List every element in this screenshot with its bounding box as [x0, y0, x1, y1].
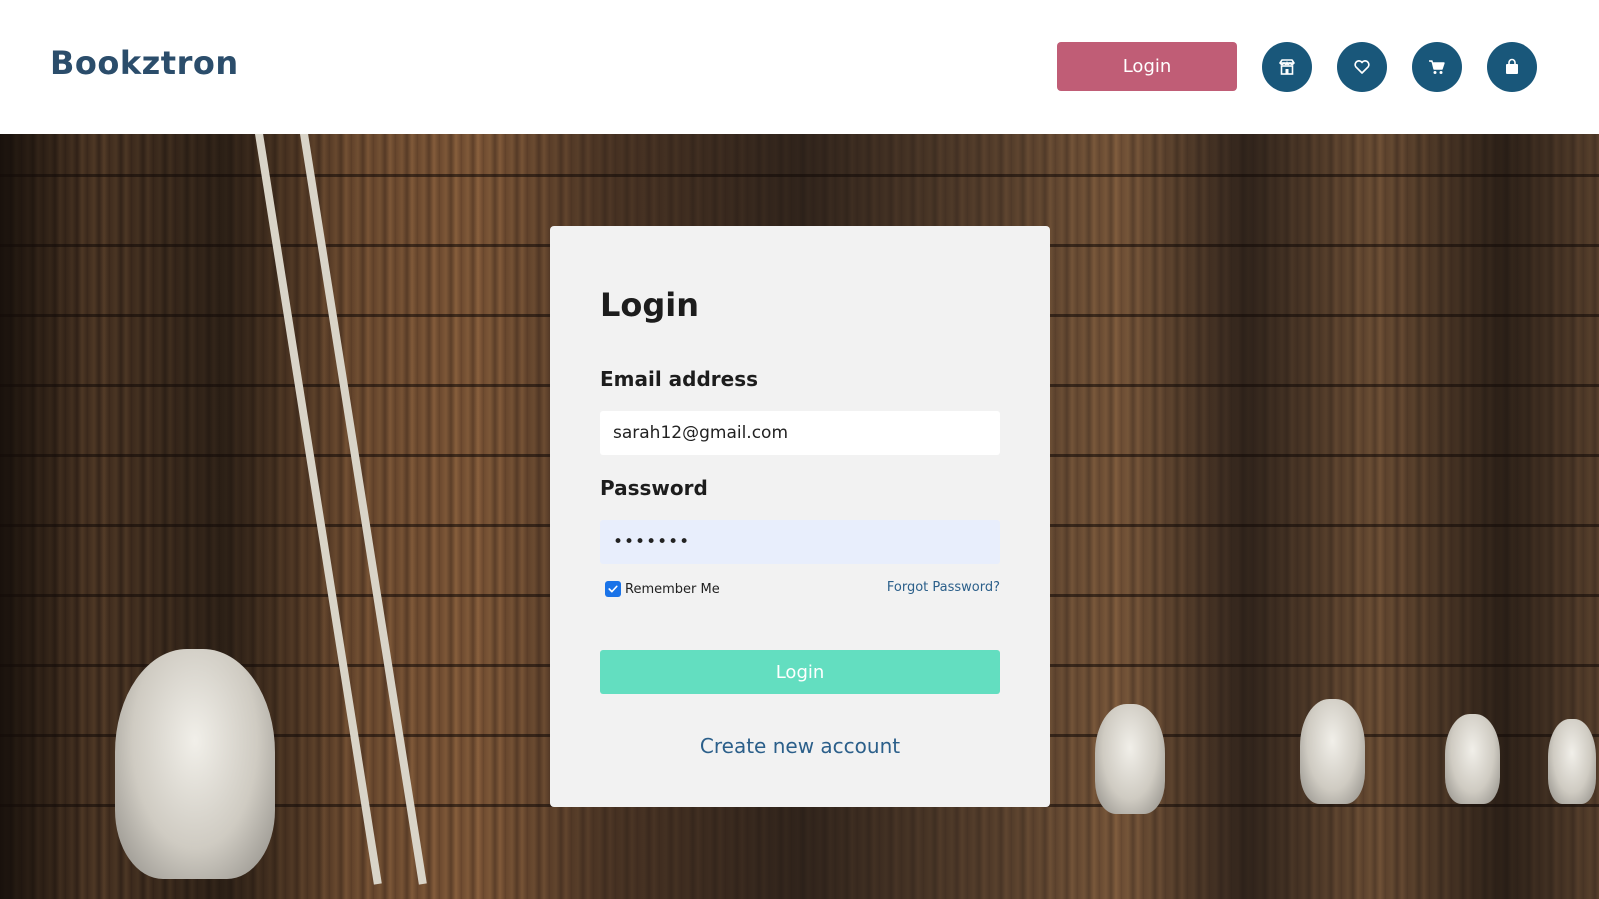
password-label: Password — [600, 476, 708, 500]
brand-logo[interactable]: Bookztron — [50, 44, 239, 82]
check-icon — [608, 585, 618, 593]
password-field[interactable]: ••••••• — [600, 520, 1000, 564]
marble-bust — [1548, 719, 1596, 804]
heart-icon — [1354, 60, 1370, 74]
remember-me[interactable]: Remember Me — [605, 581, 720, 597]
shelf-line — [0, 174, 1599, 177]
store-button[interactable] — [1262, 42, 1312, 92]
marble-bust — [1300, 699, 1365, 804]
wishlist-button[interactable] — [1337, 42, 1387, 92]
top-navbar: Bookztron Login — [0, 0, 1599, 134]
login-title: Login — [600, 286, 700, 324]
email-value: sarah12@gmail.com — [613, 423, 789, 443]
marble-bust — [115, 649, 275, 879]
header-login-button[interactable]: Login — [1057, 42, 1237, 91]
password-value: ••••••• — [613, 532, 691, 552]
marble-bust — [1095, 704, 1165, 814]
create-account-link[interactable]: Create new account — [550, 734, 1050, 758]
marble-bust — [1445, 714, 1500, 804]
store-icon — [1279, 59, 1295, 75]
cart-icon — [1429, 60, 1445, 74]
email-field[interactable]: sarah12@gmail.com — [600, 411, 1000, 455]
forgot-password-link[interactable]: Forgot Password? — [887, 580, 1000, 595]
login-submit-button[interactable]: Login — [600, 650, 1000, 694]
cart-button[interactable] — [1412, 42, 1462, 92]
bag-icon — [1506, 58, 1518, 74]
remember-label: Remember Me — [625, 581, 720, 597]
login-card: Login Email address sarah12@gmail.com Pa… — [550, 226, 1050, 807]
email-label: Email address — [600, 367, 759, 391]
orders-button[interactable] — [1487, 42, 1537, 92]
remember-checkbox[interactable] — [605, 581, 621, 597]
